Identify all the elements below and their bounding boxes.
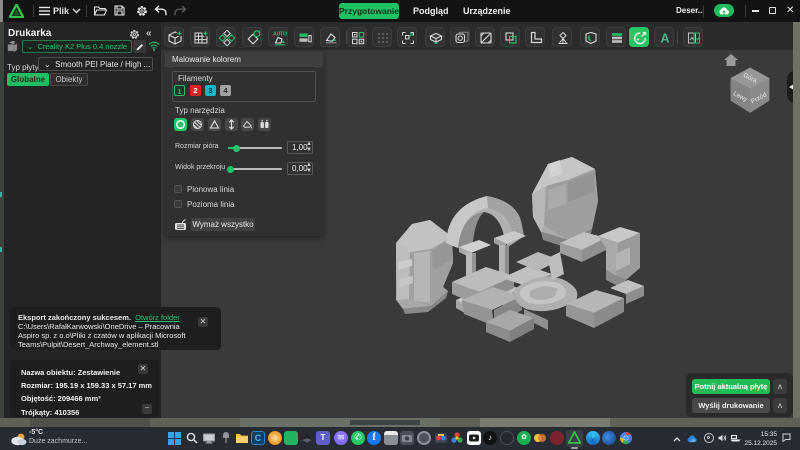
svg-text:A: A (660, 32, 669, 46)
svg-text:AUTO: AUTO (273, 32, 287, 38)
